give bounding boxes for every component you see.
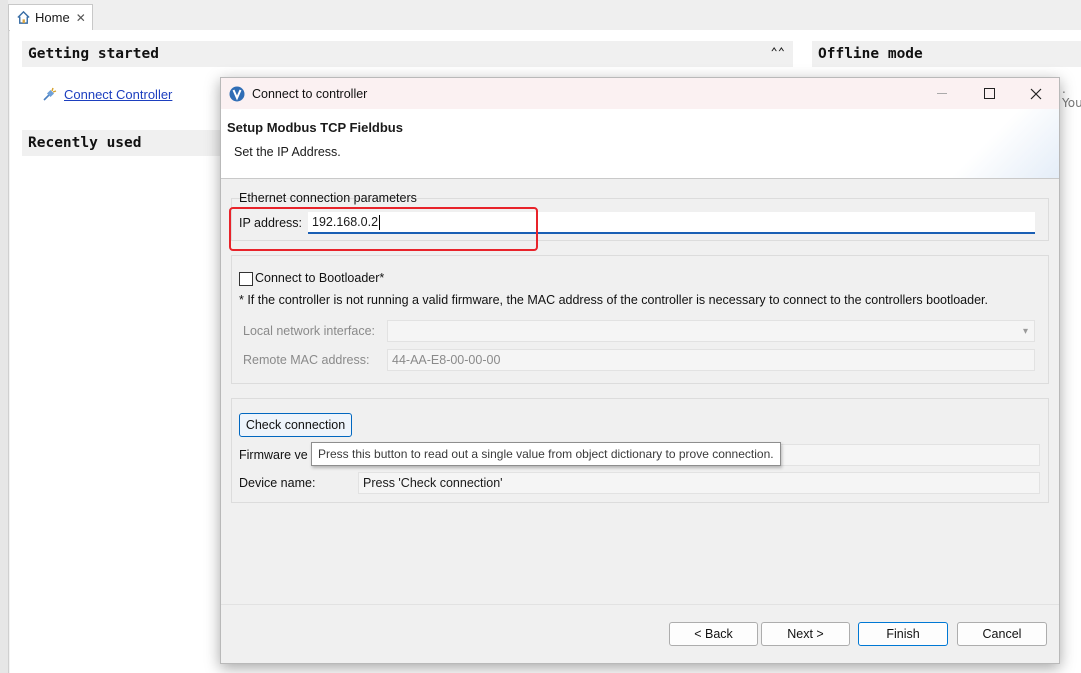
connect-controller-link[interactable]: Connect Controller [42,86,172,102]
remote-mac-label: Remote MAC address: [243,353,370,367]
ethernet-group-title: Ethernet connection parameters [239,191,417,205]
bootloader-checkbox[interactable] [239,272,253,286]
home-icon [15,10,31,26]
tab-home-label: Home [35,10,70,25]
dialog-titlebar[interactable]: Connect to controller [221,78,1059,109]
section-getting-started[interactable]: Getting started ⌃⌃ [22,41,793,67]
page-title: Setup Modbus TCP Fieldbus [227,120,403,135]
remote-mac-value: 44-AA-E8-00-00-00 [392,353,501,367]
tooltip-text: Press this button to read out a single v… [318,447,774,461]
cancel-button-label: Cancel [982,627,1022,641]
offline-mode-title: Offline mode [818,46,923,62]
finish-button[interactable]: Finish [858,622,948,646]
editor-tab-bar [8,0,1081,31]
collapse-icon[interactable]: ⌃⌃ [771,45,785,59]
recently-used-title: Recently used [28,135,142,151]
local-iface-label: Local network interface: [243,324,376,338]
device-name-value: Press 'Check connection' [363,476,503,490]
next-button-label: Next > [787,627,824,641]
remote-mac-input[interactable]: 44-AA-E8-00-00-00 [387,349,1035,371]
back-button[interactable]: < Back [669,622,758,646]
minimize-icon[interactable] [919,78,965,109]
page-subtitle: Set the IP Address. [234,145,341,159]
getting-started-title: Getting started [28,46,159,62]
connect-controller-label: Connect Controller [64,86,173,102]
tooltip: Press this button to read out a single v… [311,442,781,466]
device-name-label: Device name: [239,476,316,490]
offline-mode-text: . You [1062,82,1081,110]
bootloader-checkbox-label[interactable]: Connect to Bootloader* [255,271,384,285]
next-button[interactable]: Next > [761,622,850,646]
section-recently-used: Recently used [22,130,226,156]
back-button-label: < Back [694,627,733,641]
finish-button-label: Finish [886,627,920,641]
close-tab-icon[interactable]: ✕ [76,11,86,25]
local-iface-select[interactable]: ▾ [387,320,1035,342]
left-sidebar-strip [0,0,9,673]
maximize-icon[interactable] [966,78,1012,109]
close-icon[interactable] [1013,78,1059,109]
check-connection-button[interactable]: Check connection [239,413,352,437]
firmware-label: Firmware ve [239,448,308,462]
cancel-button[interactable]: Cancel [957,622,1047,646]
tab-home[interactable]: Home ✕ [8,4,93,30]
check-connection-label: Check connection [245,418,346,432]
device-name-field: Press 'Check connection' [358,472,1040,494]
highlight-box [229,207,538,251]
chevron-down-icon: ▾ [1022,326,1028,337]
dialog-header: Setup Modbus TCP Fieldbus Set the IP Add… [221,109,1059,179]
bootloader-note: * If the controller is not running a val… [239,293,988,307]
footer-divider [221,604,1059,605]
section-offline-mode: Offline mode [812,41,1081,67]
app-logo-icon [229,86,245,102]
plug-icon [42,86,58,102]
connect-dialog: Connect to controller Setup Modbus TCP F… [220,77,1060,664]
dialog-title: Connect to controller [252,86,368,101]
